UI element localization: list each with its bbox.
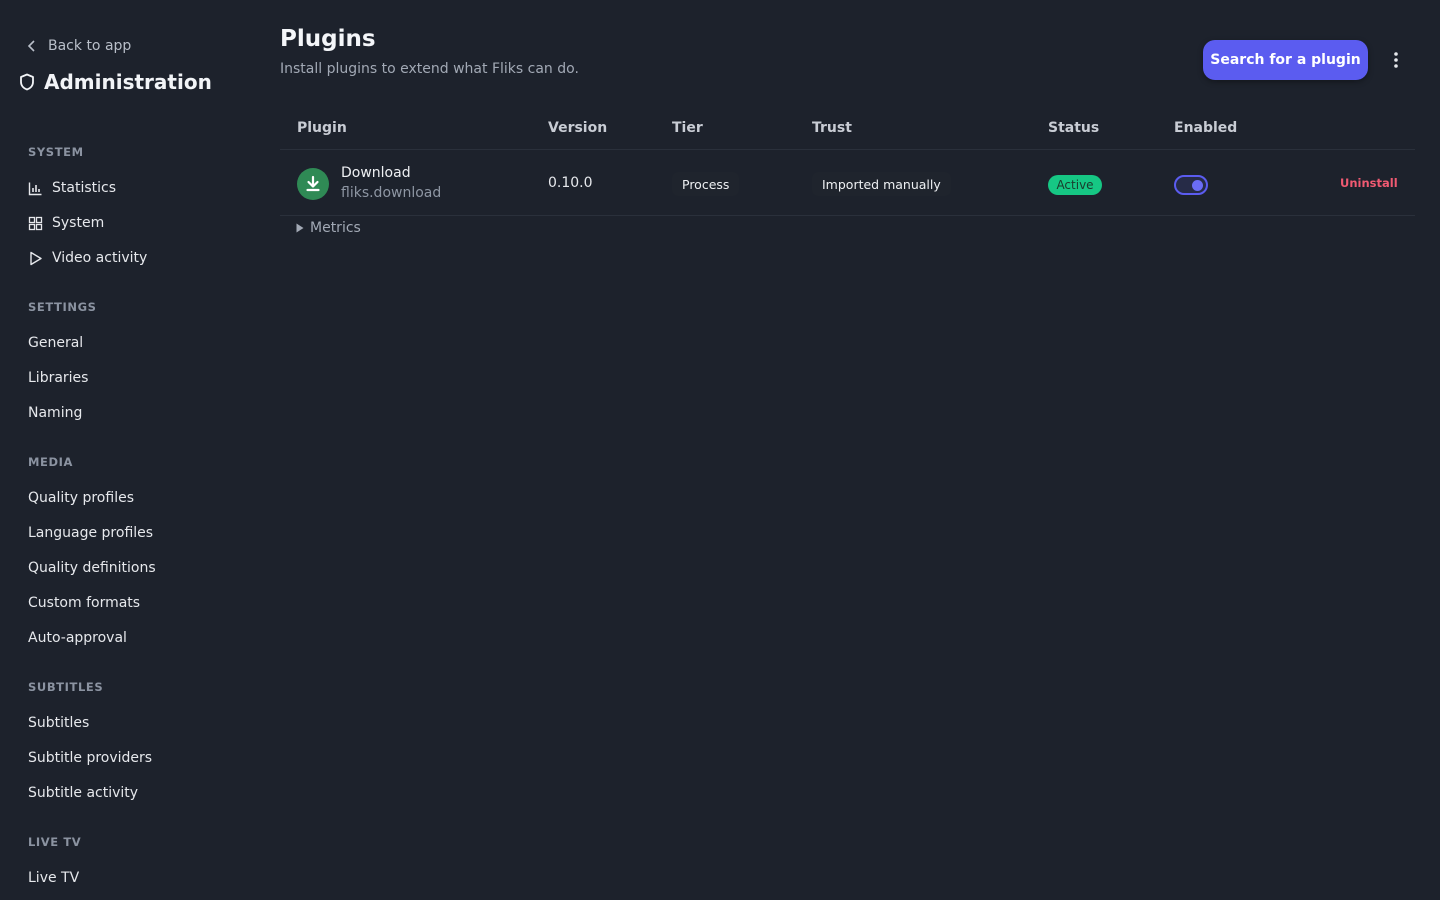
search-plugin-button[interactable]: Search for a plugin: [1203, 40, 1368, 80]
bar-chart-icon: [28, 182, 42, 195]
plugin-id: fliks.download: [341, 185, 442, 201]
sidebar-item-statistics[interactable]: Statistics: [28, 177, 116, 199]
column-header-plugin: Plugin: [297, 120, 347, 136]
metrics-disclosure[interactable]: Metrics: [296, 218, 361, 238]
page-subtitle: Install plugins to extend what Fliks can…: [280, 61, 579, 77]
plugins-table-header: Plugin Version Tier Trust Status Enabled: [280, 110, 1415, 150]
sidebar-item-libraries[interactable]: Libraries: [28, 367, 88, 389]
metrics-label: Metrics: [310, 220, 361, 236]
tier-badge: Process: [672, 172, 740, 196]
column-header-tier: Tier: [672, 120, 703, 136]
section-label-settings: SETTINGS: [28, 300, 97, 314]
section-label-system: SYSTEM: [28, 145, 84, 159]
trust-badge: Imported manually: [812, 172, 951, 196]
toggle-knob: [1192, 180, 1203, 191]
column-header-trust: Trust: [812, 120, 852, 136]
back-to-app-label: Back to app: [48, 38, 132, 54]
triangle-right-icon: [296, 223, 304, 233]
sidebar-item-general[interactable]: General: [28, 332, 83, 354]
section-label-media: MEDIA: [28, 455, 74, 469]
vertical-dots-icon: [1394, 52, 1398, 68]
admin-sidebar: Back to app Administration SYSTEM Statis…: [0, 0, 250, 900]
uninstall-button[interactable]: Uninstall: [1340, 176, 1398, 190]
sidebar-item-live-tv[interactable]: Live TV: [28, 867, 79, 889]
plugin-name: Download: [341, 165, 411, 181]
sidebar-item-auto-approval[interactable]: Auto-approval: [28, 627, 127, 649]
sidebar-item-label: Statistics: [52, 180, 116, 196]
grid-icon: [28, 216, 43, 230]
admin-title-label: Administration: [44, 70, 212, 94]
column-header-version: Version: [548, 120, 608, 136]
column-header-enabled: Enabled: [1174, 120, 1238, 136]
sidebar-item-naming[interactable]: Naming: [28, 402, 82, 424]
status-badge: Active: [1048, 175, 1102, 195]
sidebar-item-custom-formats[interactable]: Custom formats: [28, 592, 140, 614]
section-label-live-tv: LIVE TV: [28, 835, 82, 849]
sidebar-item-quality-profiles[interactable]: Quality profiles: [28, 487, 134, 509]
sidebar-item-subtitle-providers[interactable]: Subtitle providers: [28, 747, 152, 769]
sidebar-item-label: Video activity: [52, 250, 148, 266]
main-content: Plugins Install plugins to extend what F…: [280, 0, 1440, 900]
enabled-toggle[interactable]: [1174, 175, 1208, 195]
plugin-version: 0.10.0: [548, 175, 593, 191]
sidebar-item-label: System: [52, 215, 105, 231]
section-label-subtitles: SUBTITLES: [28, 680, 104, 694]
download-icon: [297, 168, 329, 200]
page-title: Plugins: [280, 26, 376, 52]
column-header-status: Status: [1048, 120, 1100, 136]
more-options-button[interactable]: [1386, 49, 1406, 71]
play-icon: [30, 251, 42, 265]
sidebar-item-video-activity[interactable]: Video activity: [28, 247, 147, 269]
table-row: Download fliks.download 0.10.0 Process I…: [280, 151, 1415, 216]
sidebar-item-subtitles[interactable]: Subtitles: [28, 712, 89, 734]
sidebar-item-subtitle-activity[interactable]: Subtitle activity: [28, 782, 138, 804]
back-to-app-link[interactable]: Back to app: [26, 36, 131, 56]
admin-title: Administration: [18, 68, 212, 96]
sidebar-item-system[interactable]: System: [28, 212, 104, 234]
sidebar-item-language-profiles[interactable]: Language profiles: [28, 522, 153, 544]
chevron-left-icon: [27, 40, 35, 52]
sidebar-item-quality-definitions[interactable]: Quality definitions: [28, 557, 156, 579]
shield-icon: [20, 73, 34, 91]
